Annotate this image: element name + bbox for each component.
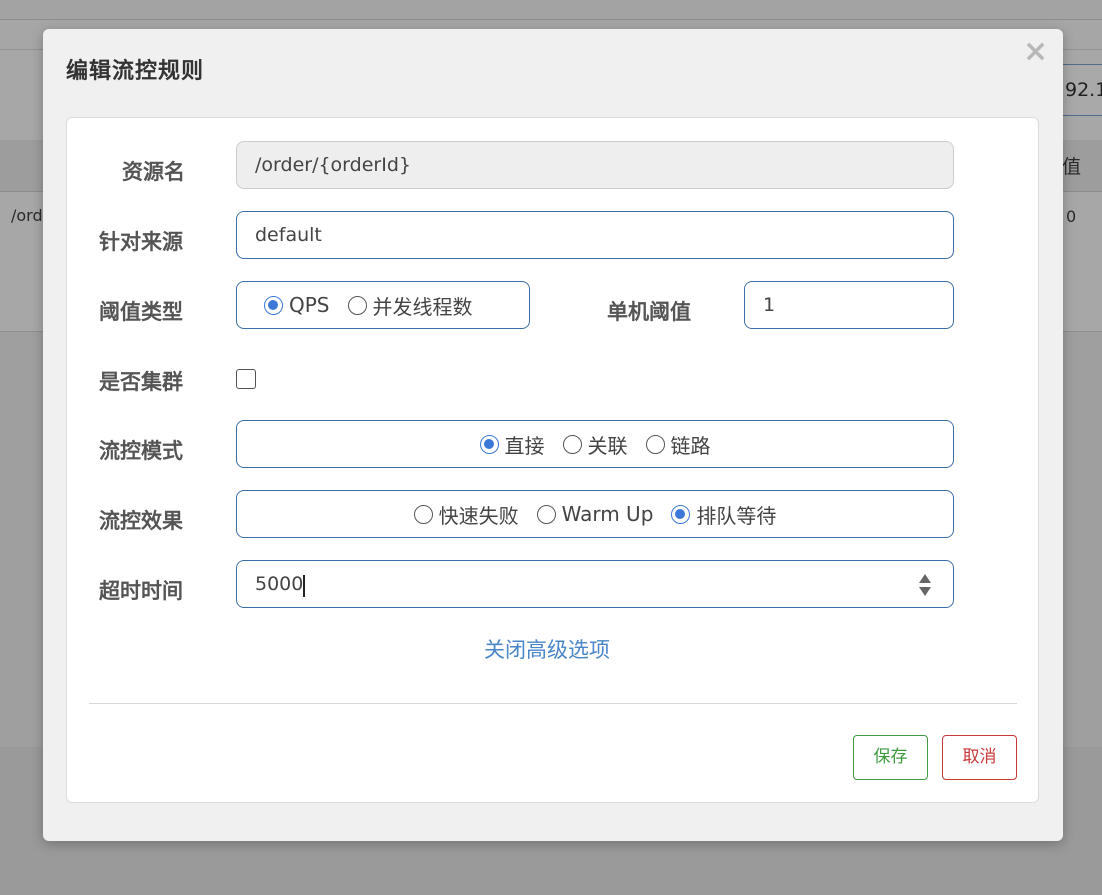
resource-name-label: 资源名 xyxy=(122,160,185,184)
resource-name-field: /order/{orderId} xyxy=(236,141,954,189)
cancel-button[interactable]: 取消 xyxy=(942,735,1017,780)
timeout-label: 超时时间 xyxy=(99,579,183,603)
background-resource-cell: /ord xyxy=(11,206,43,225)
radio-relate-label: 关联 xyxy=(587,433,628,458)
radio-warm-up[interactable]: Warm Up xyxy=(536,502,654,526)
cluster-label: 是否集群 xyxy=(99,370,183,394)
background-topbar xyxy=(0,0,1102,20)
timeout-value: 5000 xyxy=(255,573,304,595)
radio-unselected-icon xyxy=(562,434,582,454)
radio-queue-wait-label: 排队等待 xyxy=(696,503,777,528)
radio-selected-icon xyxy=(479,434,499,454)
flow-mode-group: 直接 关联 链路 xyxy=(236,420,954,468)
text-cursor xyxy=(303,575,305,597)
edit-flow-rule-dialog: 编辑流控规则 × 资源名 /order/{orderId} 针对来源 defau… xyxy=(43,29,1063,841)
spinner-arrows-icon[interactable] xyxy=(918,572,932,598)
radio-warm-up-label: Warm Up xyxy=(561,502,654,526)
radio-direct[interactable]: 直接 xyxy=(479,430,545,459)
radio-chain[interactable]: 链路 xyxy=(645,430,711,459)
radio-selected-icon xyxy=(671,504,691,524)
cluster-checkbox[interactable] xyxy=(236,369,256,389)
radio-concurrent-threads[interactable]: 并发线程数 xyxy=(347,291,473,320)
radio-queue-wait[interactable]: 排队等待 xyxy=(671,500,776,529)
background-threshold-header: 值 xyxy=(1062,156,1082,178)
radio-unselected-icon xyxy=(536,504,556,524)
close-icon[interactable]: × xyxy=(1023,37,1048,67)
timeout-input[interactable]: 5000 xyxy=(236,560,954,608)
radio-unselected-icon xyxy=(413,504,433,524)
toggle-advanced-options-link[interactable]: 关闭高级选项 xyxy=(484,634,610,664)
save-button[interactable]: 保存 xyxy=(853,735,928,780)
radio-direct-label: 直接 xyxy=(504,433,545,458)
limit-app-input[interactable]: default xyxy=(236,211,954,259)
radio-chain-label: 链路 xyxy=(670,433,711,458)
background-ip-field: 92.16 xyxy=(1058,64,1102,116)
threshold-type-group: QPS 并发线程数 xyxy=(236,281,530,329)
radio-fail-fast[interactable]: 快速失败 xyxy=(413,500,519,529)
radio-unselected-icon xyxy=(645,434,665,454)
radio-qps[interactable]: QPS xyxy=(264,293,330,317)
threshold-type-label: 阈值类型 xyxy=(99,300,183,324)
radio-fail-fast-label: 快速失败 xyxy=(438,503,519,528)
radio-concurrent-threads-label: 并发线程数 xyxy=(372,294,473,319)
flow-effect-label: 流控效果 xyxy=(99,509,183,533)
radio-selected-icon xyxy=(264,295,283,315)
threshold-count-input[interactable]: 1 xyxy=(744,281,954,329)
limit-app-label: 针对来源 xyxy=(99,230,183,254)
rule-form: 资源名 /order/{orderId} 针对来源 default 阈值类型 Q… xyxy=(66,117,1039,803)
dialog-title: 编辑流控规则 xyxy=(66,59,205,84)
footer-divider xyxy=(89,703,1017,704)
radio-qps-label: QPS xyxy=(289,293,330,317)
radio-relate[interactable]: 关联 xyxy=(562,430,628,459)
flow-mode-label: 流控模式 xyxy=(99,439,183,463)
background-value-cell: 0 xyxy=(1066,207,1077,226)
radio-unselected-icon xyxy=(347,295,367,315)
flow-effect-group: 快速失败 Warm Up 排队等待 xyxy=(236,490,954,538)
threshold-count-label: 单机阈值 xyxy=(607,300,691,324)
